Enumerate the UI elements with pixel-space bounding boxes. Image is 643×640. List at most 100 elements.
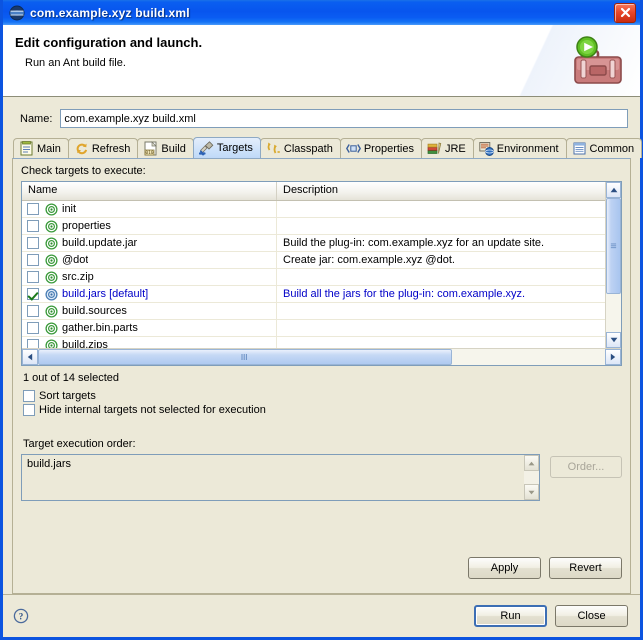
target-checkbox[interactable] [27, 288, 39, 300]
column-header-name[interactable]: Name [22, 182, 277, 200]
target-checkbox[interactable] [27, 305, 39, 317]
name-label: Name: [20, 112, 53, 125]
dialog-footer: ? Run Close [3, 594, 640, 637]
tab-label: Targets [216, 142, 253, 154]
target-name-label: build.sources [62, 305, 127, 317]
scroll-right-icon[interactable] [605, 349, 621, 365]
common-icon [572, 141, 587, 156]
table-row[interactable]: @dot Create jar: com.example.xyz @dot. [22, 252, 605, 269]
horizontal-scroll-thumb[interactable] [38, 349, 452, 365]
target-checkbox[interactable] [27, 339, 39, 348]
targets-table-vertical-scrollbar[interactable] [605, 182, 621, 348]
tab-refresh[interactable]: Refresh [67, 138, 139, 158]
apply-button[interactable]: Apply [468, 557, 541, 579]
sort-targets-label: Sort targets [39, 390, 96, 402]
target-name-label: properties [62, 220, 111, 232]
order-list-scrollbar[interactable] [524, 455, 539, 500]
name-row: Name: [12, 109, 631, 128]
ant-target-icon [45, 219, 58, 233]
order-scroll-down-icon[interactable] [524, 484, 539, 500]
target-checkbox[interactable] [27, 271, 39, 283]
target-description-cell [277, 337, 605, 348]
table-row[interactable]: properties [22, 218, 605, 235]
column-header-description[interactable]: Description [277, 182, 605, 200]
eclipse-globe-icon [9, 5, 25, 21]
target-name-cell: build.zips [22, 337, 277, 348]
tab-common[interactable]: Common [565, 138, 643, 158]
tab-label: Common [589, 142, 635, 155]
target-name-cell: build.sources [22, 303, 277, 319]
sort-targets-checkbox[interactable] [23, 390, 35, 402]
sort-targets-option[interactable]: Sort targets [23, 390, 622, 402]
targets-table: Name Description init properties build.u… [21, 181, 622, 366]
ant-target-icon [45, 321, 58, 335]
tab-jre[interactable]: JRE [420, 138, 474, 158]
table-row[interactable]: gather.bin.parts [22, 320, 605, 337]
tab-label: Classpath [283, 142, 333, 155]
ant-target-icon [45, 270, 58, 284]
tab-label: Environment [496, 142, 559, 155]
hide-internal-targets-option[interactable]: Hide internal targets not selected for e… [23, 404, 622, 416]
target-checkbox[interactable] [27, 237, 39, 249]
table-row[interactable]: build.update.jar Build the plug-in: com.… [22, 235, 605, 252]
target-name-cell: src.zip [22, 269, 277, 285]
target-checkbox[interactable] [27, 203, 39, 215]
table-row[interactable]: src.zip [22, 269, 605, 286]
order-button[interactable]: Order... [550, 456, 622, 478]
targets-table-main: Name Description init properties build.u… [22, 182, 621, 348]
tab-targets[interactable]: Targets [192, 137, 261, 158]
table-row[interactable]: build.zips [22, 337, 605, 348]
targets-table-horizontal-scrollbar[interactable] [22, 348, 621, 365]
target-description-cell [277, 269, 605, 285]
targets-icon [198, 140, 214, 156]
selection-count: 1 out of 14 selected [23, 372, 120, 384]
close-icon[interactable] [614, 2, 636, 23]
scroll-left-icon[interactable] [22, 349, 38, 365]
configuration-name-input[interactable] [60, 109, 628, 128]
hide-internal-targets-checkbox[interactable] [23, 404, 35, 416]
scroll-up-icon[interactable] [606, 182, 621, 198]
order-scroll-track[interactable] [524, 471, 539, 484]
vertical-scroll-thumb[interactable] [606, 198, 621, 294]
target-name-cell: gather.bin.parts [22, 320, 277, 336]
tab-label: JRE [444, 142, 466, 155]
target-description-cell: Build all the jars for the plug-in: com.… [283, 288, 526, 300]
target-name-label: build.update.jar [62, 237, 138, 249]
window-title: com.example.xyz build.xml [30, 5, 190, 20]
horizontal-scroll-track[interactable] [38, 349, 605, 365]
run-button[interactable]: Run [474, 605, 547, 627]
scroll-down-icon[interactable] [606, 332, 621, 348]
order-scroll-up-icon[interactable] [524, 455, 539, 471]
target-checkbox[interactable] [27, 220, 39, 232]
close-button[interactable]: Close [555, 605, 628, 627]
tab-main[interactable]: Main [13, 138, 69, 158]
build-icon: 010 [143, 141, 158, 156]
vertical-scroll-track[interactable] [606, 198, 621, 332]
ant-target-icon [45, 338, 58, 348]
target-name-label: build.zips [62, 339, 108, 348]
table-row[interactable]: build.sources [22, 303, 605, 320]
target-name-label: gather.bin.parts [62, 322, 138, 334]
tab-environment[interactable]: Environment [472, 138, 567, 158]
target-execution-order-row: build.jars Order... [21, 454, 622, 501]
page-title: Edit configuration and launch. [15, 35, 203, 50]
help-icon[interactable]: ? [13, 608, 29, 624]
order-list-entry: build.jars [27, 458, 72, 470]
properties-icon [345, 141, 361, 156]
target-checkbox[interactable] [27, 254, 39, 266]
ant-briefcase-run-icon [570, 33, 626, 89]
table-row[interactable]: init [22, 201, 605, 218]
ant-target-icon [45, 253, 58, 267]
tab-build[interactable]: 010 Build [137, 138, 194, 158]
target-execution-order-list[interactable]: build.jars [21, 454, 540, 501]
ant-default-target-icon [45, 287, 58, 301]
target-checkbox[interactable] [27, 322, 39, 334]
ant-target-icon [45, 202, 58, 216]
tab-properties[interactable]: Properties [339, 138, 422, 158]
tab-classpath[interactable]: Classpath [259, 138, 341, 158]
targets-tab-panel: Check targets to execute: Name Descripti… [12, 158, 631, 594]
tab-label: Refresh [91, 142, 131, 155]
table-row-selected[interactable]: build.jars [default] Build all the jars … [22, 286, 605, 303]
revert-button[interactable]: Revert [549, 557, 622, 579]
classpath-icon [266, 141, 281, 156]
